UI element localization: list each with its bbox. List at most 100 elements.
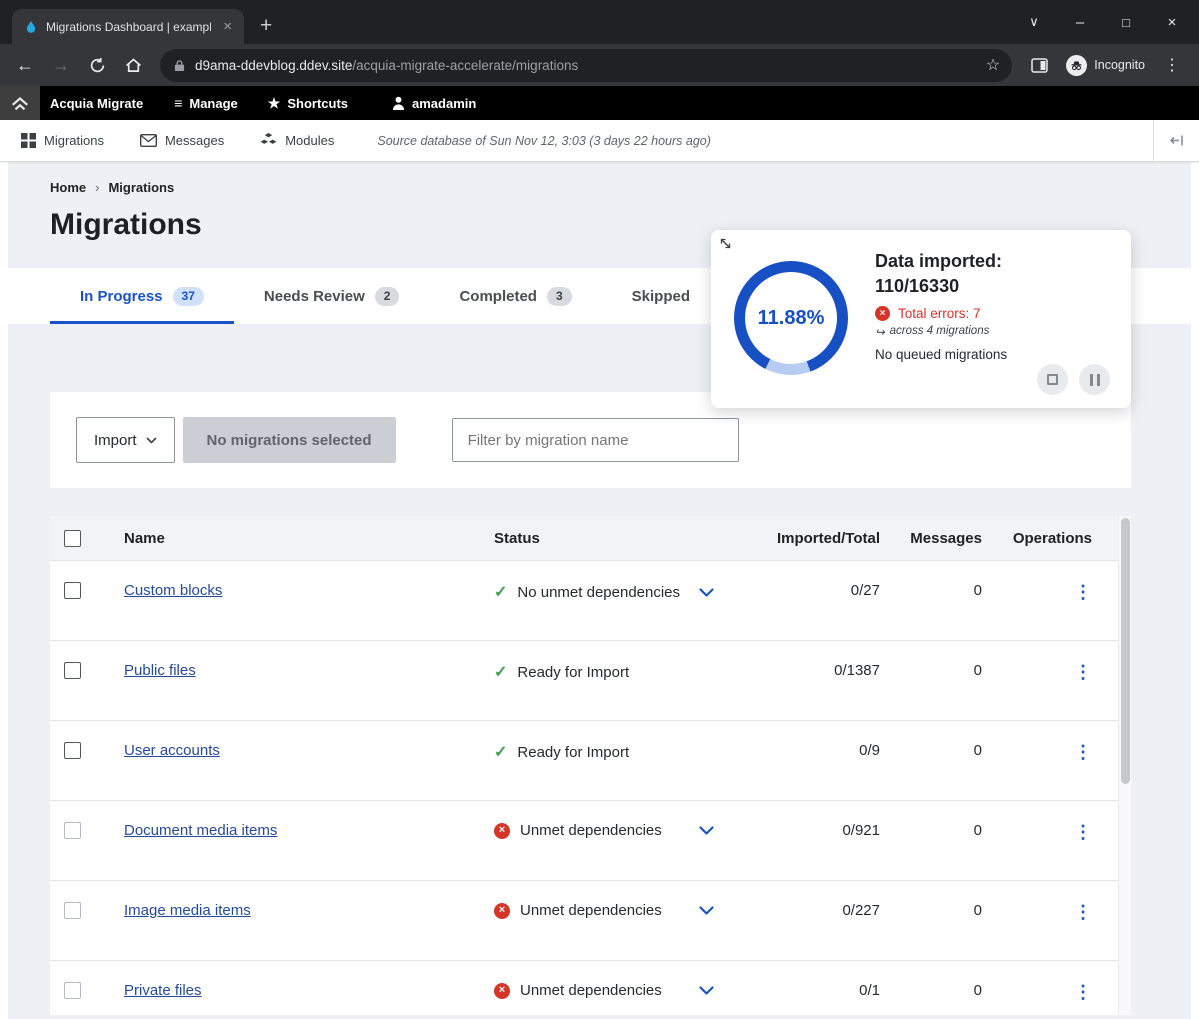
operations-kebab-icon[interactable]: ⋮: [1074, 982, 1092, 1002]
select-all-checkbox[interactable]: [64, 530, 81, 547]
import-dropdown-button[interactable]: Import: [76, 417, 175, 463]
migration-link[interactable]: Image media items: [124, 902, 251, 919]
tab-title: Migrations Dashboard | example: [46, 20, 211, 34]
chevron-down-icon[interactable]: ∨: [1011, 14, 1057, 30]
error-icon: [875, 306, 890, 321]
breadcrumb-home-link[interactable]: Home: [50, 180, 86, 195]
imported-total: 0/1: [750, 982, 880, 999]
browser-tab[interactable]: Migrations Dashboard | example ×: [12, 9, 244, 44]
total-errors-row: Total errors: 7: [875, 306, 1007, 321]
migrations-nav-item[interactable]: Migrations: [8, 133, 117, 148]
modules-nav-label: Modules: [285, 133, 334, 148]
status-text: Unmet dependencies: [520, 982, 662, 999]
window-minimize-button[interactable]: –: [1057, 14, 1103, 31]
operations-kebab-icon[interactable]: ⋮: [1074, 742, 1092, 762]
envelope-icon: [140, 134, 157, 147]
forward-icon[interactable]: →: [44, 49, 78, 81]
check-icon: ✓: [494, 662, 507, 682]
new-tab-button[interactable]: +: [260, 15, 272, 36]
operations-kebab-icon[interactable]: ⋮: [1074, 582, 1092, 602]
tab-skipped[interactable]: Skipped: [602, 268, 720, 324]
tab-count-badge: 2: [375, 287, 400, 306]
expand-chevron-icon[interactable]: [699, 986, 714, 995]
row-checkbox[interactable]: [64, 742, 81, 759]
tab-completed[interactable]: Completed 3: [429, 268, 601, 324]
back-icon[interactable]: ←: [8, 49, 42, 81]
error-icon: [494, 903, 510, 919]
star-icon: ★: [268, 96, 281, 110]
tab-close-icon[interactable]: ×: [219, 18, 236, 35]
row-checkbox[interactable]: [64, 582, 81, 599]
acquia-migrate-brand[interactable]: Acquia Migrate: [0, 86, 159, 120]
across-migrations-row: ↪ across 4 migrations: [875, 325, 1007, 339]
window-maximize-button[interactable]: □: [1103, 15, 1149, 30]
import-progress-card: 11.88% Data imported: 110/16330 Total er…: [711, 230, 1131, 408]
check-icon: ✓: [494, 742, 507, 762]
url-path: /acquia-migrate-accelerate/migrations: [352, 58, 578, 73]
status-text: No unmet dependencies: [517, 584, 680, 601]
operations-kebab-icon[interactable]: ⋮: [1074, 902, 1092, 922]
secondary-toolbar: Migrations Messages Modules Source datab…: [0, 120, 1199, 162]
across-arrow-icon: ↪: [875, 325, 885, 339]
tab-count-badge: 37: [173, 287, 204, 306]
grid-icon: [21, 133, 36, 148]
shortcuts-label: Shortcuts: [287, 96, 348, 111]
migration-link[interactable]: Public files: [124, 662, 196, 679]
reload-icon[interactable]: [80, 49, 114, 81]
scrollbar-thumb[interactable]: [1121, 518, 1130, 784]
operations-kebab-icon[interactable]: ⋮: [1074, 822, 1092, 842]
migration-link[interactable]: Document media items: [124, 822, 277, 839]
row-checkbox[interactable]: [64, 902, 81, 919]
side-panel-icon[interactable]: [1022, 49, 1056, 81]
expand-chevron-icon[interactable]: [699, 826, 714, 835]
collapse-toolbar-button[interactable]: [1153, 120, 1199, 161]
migration-link[interactable]: User accounts: [124, 742, 220, 759]
bookmark-star-icon[interactable]: ☆: [986, 55, 1000, 75]
table-row: User accounts ✓ Ready for Import 0/9 0 ⋮: [50, 720, 1131, 800]
breadcrumb-current: Migrations: [108, 180, 174, 195]
tab-in-progress[interactable]: In Progress 37: [50, 268, 234, 324]
migrations-nav-label: Migrations: [44, 133, 104, 148]
messages-count: 0: [880, 582, 990, 599]
messages-count: 0: [880, 742, 990, 759]
expand-chevron-icon[interactable]: [699, 906, 714, 915]
stop-button[interactable]: [1037, 364, 1068, 395]
resize-icon[interactable]: [719, 237, 732, 250]
pause-button[interactable]: [1079, 364, 1110, 395]
filter-input[interactable]: [452, 418, 739, 462]
no-migrations-selected-button[interactable]: No migrations selected: [183, 417, 396, 463]
imported-total: 0/1387: [750, 662, 880, 679]
home-icon[interactable]: [116, 49, 150, 81]
messages-nav-item[interactable]: Messages: [127, 133, 237, 148]
user-menu[interactable]: amadamin: [377, 86, 491, 120]
check-icon: ✓: [494, 582, 507, 602]
url-domain: d9ama-ddevblog.ddev.site: [195, 58, 352, 73]
modules-nav-item[interactable]: Modules: [247, 133, 347, 148]
window-close-button[interactable]: ×: [1149, 14, 1195, 31]
migration-link[interactable]: Private files: [124, 982, 202, 999]
shortcuts-menu[interactable]: ★ Shortcuts: [253, 86, 363, 120]
address-bar[interactable]: d9ama-ddevblog.ddev.site/acquia-migrate-…: [160, 49, 1012, 82]
expand-chevron-icon[interactable]: [699, 588, 714, 597]
migrations-table: Name Status Imported/Total Messages Oper…: [50, 516, 1131, 1015]
browser-menu-icon[interactable]: ⋮: [1155, 49, 1189, 81]
import-label: Import: [94, 432, 137, 449]
total-errors-link[interactable]: Total errors: 7: [898, 306, 981, 321]
row-checkbox[interactable]: [64, 822, 81, 839]
column-header-imported: Imported/Total: [750, 530, 880, 547]
acquia-logo-icon: [0, 86, 40, 120]
manage-menu[interactable]: ≡ Manage: [159, 86, 253, 120]
progress-card-actions: [1037, 364, 1110, 395]
row-checkbox[interactable]: [64, 982, 81, 999]
browser-tab-bar: Migrations Dashboard | example × + ∨ – □…: [0, 0, 1199, 44]
table-scrollbar[interactable]: [1118, 516, 1131, 1015]
hamburger-icon: ≡: [174, 96, 182, 110]
tab-needs-review[interactable]: Needs Review 2: [234, 268, 430, 324]
table-row: Document media items Unmet dependencies …: [50, 800, 1131, 880]
window-controls: ∨ – □ ×: [1011, 2, 1195, 42]
operations-kebab-icon[interactable]: ⋮: [1074, 662, 1092, 682]
migration-link[interactable]: Custom blocks: [124, 582, 222, 599]
row-checkbox[interactable]: [64, 662, 81, 679]
error-icon: [494, 983, 510, 999]
across-label: across 4 migrations: [890, 325, 990, 339]
